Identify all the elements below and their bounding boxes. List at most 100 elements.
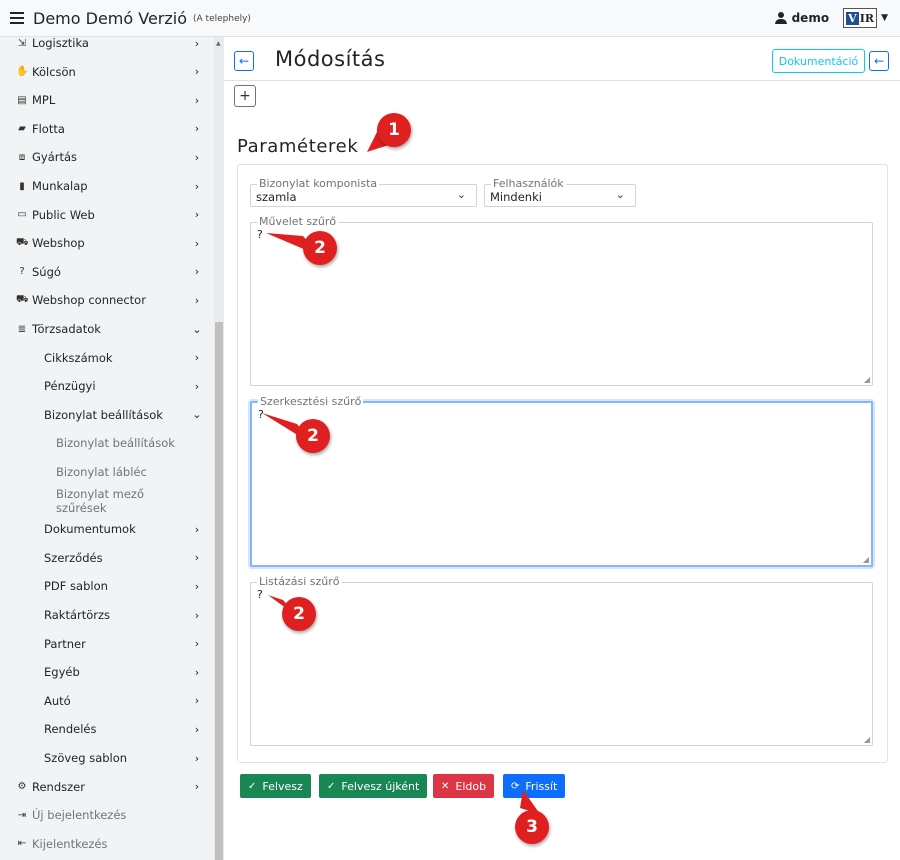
sidebar-item[interactable]: ▰ Flotta ›	[0, 115, 214, 143]
bizonylat-komponista-select[interactable]: Bizonylat komponista szamla ⌄	[250, 177, 477, 207]
sidebar-item[interactable]: ? Súgó ›	[0, 258, 214, 286]
file-icon: ▮	[19, 180, 25, 192]
main-content: ← Módosítás Dokumentáció ← + Paraméterek…	[224, 37, 900, 860]
close-icon: ✕	[441, 780, 450, 792]
cogs-icon: ⚙	[17, 781, 27, 793]
sidebar-item[interactable]: Cikkszámok ›	[0, 344, 214, 372]
sidebar-item[interactable]: ⇤ Kijelentkezés	[0, 830, 214, 858]
arrow-left-icon: ←	[238, 54, 250, 68]
sidebar-item-label: Egyéb	[44, 665, 80, 680]
chevron-right-icon: ›	[194, 65, 200, 79]
select-value: Mindenki	[490, 190, 542, 204]
listazasi-szuro-textarea[interactable]: Listázási szűrő ? ◢	[250, 575, 873, 746]
sidebar-item[interactable]: Bizonylat beállítások	[0, 429, 214, 457]
chevron-right-icon: ›	[194, 579, 200, 593]
chevron-right-icon: ›	[194, 551, 200, 565]
sidebar-item-label: Munkalap	[32, 179, 88, 193]
sidebar-item-label: Bizonylat beállítások	[44, 407, 163, 422]
field-label: Szerkesztési szűrő	[258, 395, 364, 409]
felvesz-ujkent-button[interactable]: ✓ Felvesz újként	[319, 774, 428, 798]
frissit-button[interactable]: ⟳ Frissít	[503, 774, 566, 798]
hamburger-menu-icon[interactable]	[10, 12, 24, 24]
cart-icon: ⛟	[16, 293, 29, 305]
resize-handle-icon[interactable]: ◢	[864, 735, 870, 744]
chevron-right-icon: ›	[194, 522, 200, 536]
chevron-right-icon: ›	[194, 608, 200, 622]
truck-icon: ⇲	[17, 37, 27, 49]
sidebar-item[interactable]: Bizonylat beállítások ⌄	[0, 401, 214, 429]
textarea-value: ?	[257, 588, 263, 601]
sidebar-item[interactable]: Szöveg sablon ›	[0, 744, 214, 772]
sidebar-item[interactable]: Rendelés ›	[0, 715, 214, 743]
sidebar-item[interactable]: Partner ›	[0, 630, 214, 658]
eldob-button[interactable]: ✕ Eldob	[433, 774, 495, 798]
button-label: Felvesz újként	[341, 779, 420, 793]
szerkesztesi-szuro-textarea[interactable]: Szerkesztési szűrő ? ◢	[250, 395, 873, 567]
sidebar-item-label: Dokumentumok	[44, 522, 136, 537]
sidebar-item-label: Új bejelentkezés	[32, 808, 127, 823]
sidebar-item[interactable]: ⚙ Rendszer ›	[0, 773, 214, 801]
sidebar-item[interactable]: ⛟ Webshop connector ›	[0, 286, 214, 314]
chevron-right-icon: ›	[194, 722, 200, 736]
sidebar-scrollbar[interactable]: ▲	[214, 37, 224, 860]
check-icon: ✓	[248, 780, 257, 792]
felvesz-button[interactable]: ✓ Felvesz	[240, 774, 311, 798]
sidebar-item[interactable]: ▤ MPL ›	[0, 86, 214, 114]
sidebar-item[interactable]: Bizonylat lábléc	[0, 458, 214, 486]
sidebar-item-label: Szerződés	[44, 550, 103, 565]
field-label: Művelet szűrő	[257, 215, 339, 229]
sidebar-item[interactable]: Pénzügyi ›	[0, 372, 214, 400]
scroll-up-icon[interactable]: ▲	[216, 40, 221, 47]
sidebar-item[interactable]: ⇲ Logisztika ›	[0, 37, 214, 57]
muvelet-szuro-textarea[interactable]: Művelet szűrő ? ◢	[250, 215, 873, 386]
sidebar-item[interactable]: ▮ Munkalap ›	[0, 172, 214, 200]
chevron-down-icon: ⌄	[192, 408, 202, 422]
sidebar-item[interactable]: ⛟ Webshop ›	[0, 229, 214, 257]
sidebar-item[interactable]: Egyéb ›	[0, 658, 214, 686]
sidebar-item[interactable]: ✋ Kölcsön ›	[0, 58, 214, 86]
chevron-right-icon: ›	[194, 751, 200, 765]
field-label: Felhasználók	[491, 177, 566, 191]
resize-handle-icon[interactable]: ◢	[863, 555, 869, 564]
chevron-right-icon: ›	[194, 122, 200, 136]
sidebar-item[interactable]: PDF sablon ›	[0, 572, 214, 600]
resize-handle-icon[interactable]: ◢	[864, 375, 870, 384]
sidebar-item[interactable]: Raktártörzs ›	[0, 601, 214, 629]
sidebar: ⇲ Logisztika › ✋ Kölcsön › ▤ MPL › ▰ Flotta › ⧈ Gyárt…	[0, 37, 224, 860]
vir-logo: V IR	[843, 8, 878, 28]
sidebar-item[interactable]: Szerződés ›	[0, 544, 214, 572]
caret-down-icon: ▼	[881, 13, 888, 23]
sidebar-item[interactable]: ⧈ Gyártás ›	[0, 143, 214, 171]
cart-icon: ⛟	[16, 236, 29, 248]
sidebar-item[interactable]: Bizonylat mező szűrések	[0, 487, 214, 515]
section-title: Paraméterek	[237, 136, 359, 157]
sidebar-item[interactable]: ≣ Törzsadatok ⌄	[0, 315, 214, 343]
chevron-right-icon: ›	[194, 265, 200, 279]
chevron-right-icon: ›	[194, 150, 200, 164]
sidebar-item-label: Kölcsön	[32, 64, 76, 79]
add-button[interactable]: +	[234, 85, 256, 107]
sidebar-item-label: Raktártörzs	[44, 608, 111, 622]
sidebar-item-label: Bizonylat beállítások	[56, 436, 175, 451]
felhasznalok-select[interactable]: Felhasználók Mindenki ⌄	[484, 177, 636, 207]
button-label: Eldob	[455, 779, 487, 793]
user-icon	[774, 12, 787, 24]
scrollbar-thumb[interactable]	[215, 322, 223, 860]
documentation-button[interactable]: Dokumentáció	[772, 49, 865, 73]
cubes-icon: ⧈	[18, 151, 26, 163]
sidebar-item-label: Flotta	[32, 121, 65, 136]
sidebar-item[interactable]: Autó ›	[0, 687, 214, 715]
chevron-right-icon: ›	[194, 665, 200, 679]
chevron-right-icon: ›	[194, 637, 200, 651]
sidebar-item[interactable]: ⇥ Új bejelentkezés	[0, 801, 214, 829]
callout-marker-2: 2	[303, 231, 337, 265]
logo-dropdown[interactable]: V IR ▼	[843, 6, 888, 30]
sidebar-item[interactable]: ▭ Public Web ›	[0, 201, 214, 229]
back-button[interactable]: ←	[234, 51, 254, 71]
sidebar-item[interactable]: Dokumentumok ›	[0, 515, 214, 543]
back-button-right[interactable]: ←	[869, 51, 889, 71]
chevron-right-icon: ›	[194, 37, 200, 50]
user-name[interactable]: demo	[792, 11, 829, 25]
app-title[interactable]: Demo Demó Verzió	[33, 9, 187, 28]
sidebar-item-label: Bizonylat lábléc	[56, 465, 147, 479]
